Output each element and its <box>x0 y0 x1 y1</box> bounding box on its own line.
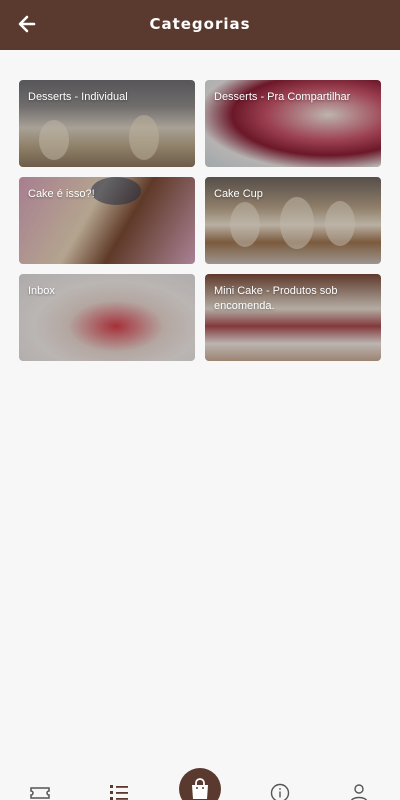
info-icon <box>270 783 290 800</box>
category-label: Cake Cup <box>214 188 263 200</box>
category-card-cake-cup[interactable]: Cake Cup <box>205 177 381 264</box>
category-card-inbox[interactable]: Inbox <box>19 274 195 361</box>
category-label: Desserts - Pra Compartilhar <box>214 91 351 103</box>
shopping-bag-icon <box>192 778 208 799</box>
category-label: Mini Cake - Produtos sob encomenda. <box>214 285 338 312</box>
nav-item-tickets[interactable] <box>29 782 51 800</box>
user-icon <box>350 784 368 800</box>
category-card-desserts-compartilhar[interactable]: Desserts - Pra Compartilhar <box>205 80 381 167</box>
ticket-icon <box>30 787 50 799</box>
nav-item-info[interactable] <box>269 782 291 800</box>
category-label: Cake é isso?! <box>28 188 95 200</box>
category-label: Inbox <box>28 285 55 297</box>
category-grid: Desserts - Individual Desserts - Pra Com… <box>19 80 381 361</box>
page-title: Categorias <box>149 15 251 33</box>
category-card-cake-e-isso[interactable]: Cake é isso?! <box>19 177 195 264</box>
category-card-mini-cake[interactable]: Mini Cake - Produtos sob encomenda. <box>205 274 381 361</box>
nav-item-profile[interactable] <box>348 782 370 800</box>
category-card-desserts-individual[interactable]: Desserts - Individual <box>19 80 195 167</box>
nav-item-categories[interactable] <box>108 782 130 800</box>
app-bar: Categorias <box>0 0 400 50</box>
category-label: Desserts - Individual <box>28 91 128 103</box>
list-icon <box>110 785 128 800</box>
